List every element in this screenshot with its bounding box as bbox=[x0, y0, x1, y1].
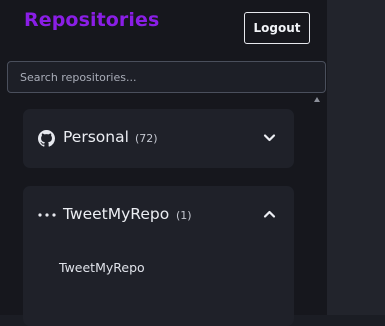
repo-group-list: Personal (72) TweetMyRepo (1) TweetMyRep… bbox=[0, 100, 327, 326]
repo-group-header-personal[interactable]: Personal (72) bbox=[23, 109, 294, 168]
repo-group-personal: Personal (72) bbox=[23, 109, 294, 168]
sidebar-header: Repositories Logout bbox=[0, 0, 327, 56]
repo-item-tweetmyrepo[interactable]: TweetMyRepo bbox=[59, 260, 145, 275]
repo-group-name: Personal bbox=[63, 128, 129, 146]
chevron-up-icon[interactable] bbox=[263, 209, 276, 219]
chevron-down-icon[interactable] bbox=[263, 133, 276, 143]
repo-group-name: TweetMyRepo bbox=[63, 205, 170, 223]
repo-group-tweetmyrepo: TweetMyRepo (1) TweetMyRepo bbox=[23, 186, 294, 326]
dots-icon bbox=[38, 213, 56, 217]
github-icon bbox=[38, 130, 55, 147]
repo-group-count: (72) bbox=[135, 132, 158, 145]
repo-group-header-tweetmyrepo[interactable]: TweetMyRepo (1) bbox=[23, 186, 294, 245]
repo-group-count: (1) bbox=[176, 209, 192, 222]
search-input[interactable] bbox=[7, 61, 326, 93]
repositories-sidebar: Repositories Logout Personal (72) bbox=[0, 0, 327, 326]
page-title: Repositories bbox=[24, 9, 160, 31]
main-content-pane bbox=[327, 0, 385, 315]
logout-button[interactable]: Logout bbox=[244, 12, 310, 44]
